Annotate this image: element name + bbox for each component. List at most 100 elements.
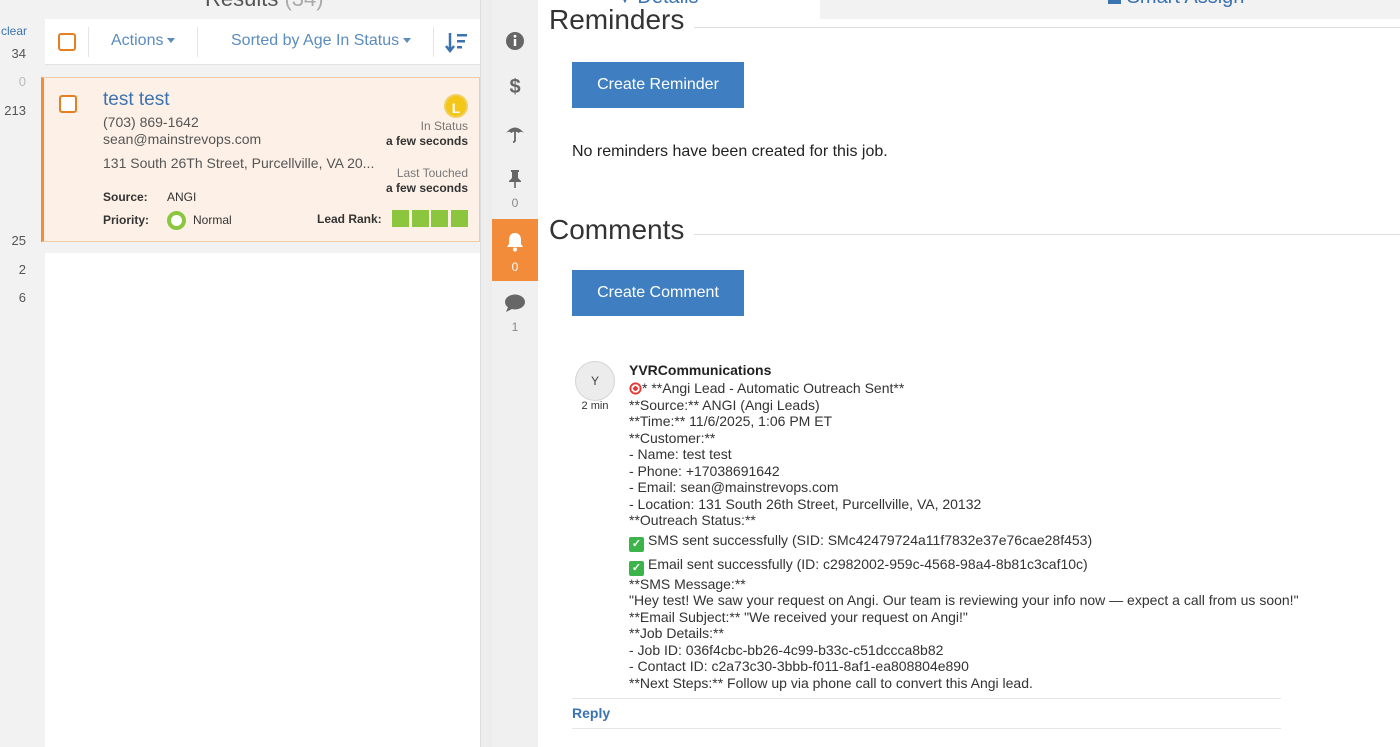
bell-count: 0 bbox=[511, 260, 519, 274]
in-status-label: In Status bbox=[420, 119, 468, 133]
results-toolbar: Actions Sorted by Age In Status bbox=[45, 19, 480, 65]
info-icon bbox=[506, 32, 524, 50]
reminders-title: Reminders bbox=[549, 4, 695, 36]
pin-count: 0 bbox=[511, 196, 519, 210]
lead-rank-segment bbox=[431, 210, 448, 227]
clear-link[interactable]: clear bbox=[1, 24, 27, 38]
pin-tab[interactable]: 0 bbox=[492, 169, 538, 210]
results-count: (34) bbox=[284, 0, 323, 11]
comment-count: 1 bbox=[511, 320, 519, 334]
comment-line: "Hey test! We saw your request on Angi. … bbox=[629, 592, 1299, 608]
comment-line: - Phone: +17038691642 bbox=[629, 462, 780, 479]
lead-status-badge: L bbox=[444, 94, 468, 118]
last-touched-label: Last Touched bbox=[396, 166, 468, 180]
lead-name[interactable]: test test bbox=[103, 89, 170, 111]
tab-smart-assign-text: Smart Assign bbox=[1127, 0, 1245, 8]
create-reminder-button[interactable]: Create Reminder bbox=[572, 62, 744, 108]
lead-rank-segment bbox=[451, 210, 468, 227]
sort-label: Sorted by Age In Status bbox=[231, 32, 400, 49]
create-comment-button[interactable]: Create Comment bbox=[572, 270, 744, 316]
reminders-tab[interactable]: 0 bbox=[492, 219, 538, 281]
bell-icon bbox=[507, 233, 523, 252]
sort-dropdown[interactable]: Sorted by Age In Status bbox=[231, 32, 412, 50]
actions-dropdown[interactable]: Actions bbox=[111, 32, 176, 50]
comments-title: Comments bbox=[549, 214, 695, 246]
filter-count: 0 bbox=[18, 74, 26, 89]
priority-label: Priority: bbox=[103, 213, 150, 227]
filter-count: 6 bbox=[18, 290, 26, 305]
filter-count: 25 bbox=[11, 233, 26, 248]
reminders-empty-text: No reminders have been created for this … bbox=[572, 143, 888, 160]
insurance-tab[interactable] bbox=[492, 122, 538, 149]
filter-count: 34 bbox=[11, 46, 26, 61]
toolbar-divider bbox=[88, 27, 89, 57]
comment-line: **Outreach Status:** bbox=[629, 512, 756, 528]
comment-line: - Job ID: 036f4cbc-bb26-4c99-b33c-c51dcc… bbox=[629, 641, 944, 658]
lead-checkbox[interactable] bbox=[59, 95, 77, 113]
results-title-text: Results bbox=[205, 0, 278, 11]
comment-divider bbox=[572, 728, 1281, 729]
filter-count: 213 bbox=[4, 103, 26, 118]
comments-tab[interactable]: 1 bbox=[492, 293, 538, 334]
select-all-checkbox[interactable] bbox=[58, 33, 76, 51]
filter-count: 2 bbox=[18, 262, 26, 277]
dollar-tab[interactable]: $ bbox=[492, 76, 538, 99]
lead-email: sean@mainstrevops.com bbox=[103, 131, 262, 147]
umbrella-icon bbox=[506, 127, 524, 143]
toolbar-divider bbox=[433, 27, 434, 57]
comment-line: **Email Subject:** "We received your req… bbox=[629, 608, 968, 625]
chevron-down-icon bbox=[403, 38, 412, 44]
check-mark-icon: ✓ bbox=[629, 536, 644, 552]
in-status-value: a few seconds bbox=[385, 134, 468, 148]
comment-line: **SMS Message:** bbox=[629, 575, 746, 592]
lead-card[interactable]: test test (703) 869-1642 sean@mainstrevo… bbox=[41, 77, 480, 242]
panel-splitter[interactable] bbox=[480, 0, 492, 747]
lead-rank-segment bbox=[392, 210, 409, 227]
source-label: Source: bbox=[103, 190, 148, 204]
sort-order-icon[interactable] bbox=[445, 31, 469, 53]
chevron-down-icon bbox=[167, 38, 176, 44]
comment-line: **Time:** 11/6/2025, 1:06 PM ET bbox=[629, 413, 833, 429]
target-icon bbox=[629, 382, 642, 395]
reply-link[interactable]: Reply bbox=[572, 705, 610, 721]
comment-line: ✓ Email sent successfully (ID: c2982002-9… bbox=[629, 556, 1329, 576]
detail-icon-bar: $ 0 0 1 bbox=[492, 0, 538, 747]
comment-line: - Email: sean@mainstrevops.com bbox=[629, 479, 839, 495]
comment-time: 2 min bbox=[581, 400, 609, 412]
comment-line: - Name: test test bbox=[629, 446, 732, 462]
comment-line: - Contact ID: c2a73c30-3bbb-f011-8af1-ea… bbox=[629, 658, 969, 674]
source-value: ANGI bbox=[167, 190, 197, 204]
comment-line: - Location: 131 South 26th Street, Purce… bbox=[629, 495, 982, 512]
actions-label: Actions bbox=[111, 32, 164, 49]
info-tab[interactable] bbox=[492, 31, 538, 56]
comment-line: **Customer:** bbox=[629, 429, 716, 446]
dollar-icon: $ bbox=[509, 76, 521, 98]
lead-address: 131 South 26Th Street, Purcellville, VA … bbox=[103, 155, 375, 171]
comment-line: **Source:** ANGI (Angi Leads) bbox=[629, 396, 820, 413]
priority-value: Normal bbox=[193, 213, 232, 227]
section-rule bbox=[682, 234, 1400, 235]
toolbar-divider bbox=[197, 27, 198, 57]
comment-body: * **Angi Lead - Automatic Outreach Sent*… bbox=[629, 380, 1329, 691]
results-list-empty-area bbox=[45, 253, 480, 747]
filter-counts-column: clear 34 0 213 25 2 6 bbox=[0, 0, 44, 747]
lead-rank-segment bbox=[412, 210, 429, 227]
comment-line: ✓ SMS sent successfully (SID: SMc42479724… bbox=[629, 532, 1329, 552]
tab-smart-assign-label: Smart Assign bbox=[1108, 0, 1244, 9]
pin-icon bbox=[509, 170, 521, 188]
section-rule bbox=[682, 27, 1400, 28]
grid-icon bbox=[1108, 0, 1121, 4]
comment-line: **Next Steps:** Follow up via phone call… bbox=[629, 674, 1033, 691]
results-title: Results (34) bbox=[205, 0, 324, 12]
comment-line: * **Angi Lead - Automatic Outreach Sent*… bbox=[629, 380, 1329, 397]
lead-rank-label: Lead Rank: bbox=[317, 212, 382, 226]
last-touched-value: a few seconds bbox=[385, 181, 468, 195]
check-mark-icon: ✓ bbox=[629, 560, 644, 576]
comment-line: **Job Details:** bbox=[629, 625, 724, 641]
lead-phone: (703) 869-1642 bbox=[103, 114, 199, 130]
avatar: Y bbox=[575, 361, 615, 401]
priority-indicator-icon bbox=[167, 211, 186, 230]
comment-divider bbox=[572, 698, 1281, 699]
comment-author: YVRCommunications bbox=[629, 362, 772, 378]
comment-icon bbox=[505, 294, 525, 312]
